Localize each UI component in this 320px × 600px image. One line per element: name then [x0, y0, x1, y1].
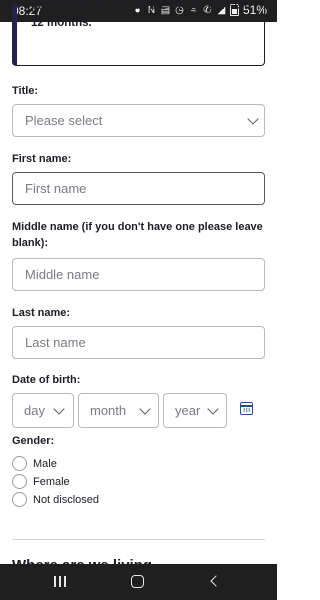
radio-button[interactable]	[12, 474, 27, 489]
next-section-heading: Where are we living	[12, 555, 152, 564]
dob-month-value: month	[90, 403, 127, 418]
first-name-label: First name:	[12, 153, 72, 165]
title-select[interactable]: Please select	[12, 104, 265, 137]
radio-button[interactable]	[12, 492, 27, 507]
recent-apps-icon[interactable]	[54, 576, 66, 587]
first-name-field[interactable]: First name	[12, 172, 265, 205]
dob-day-value: day	[24, 403, 45, 418]
chevron-down-icon	[53, 403, 65, 415]
eligibility-notice: permission to stay in the UK for at leas…	[12, 0, 265, 66]
notice-text: permission to stay in the UK for at leas…	[31, 0, 248, 29]
calendar-icon[interactable]	[240, 402, 253, 415]
dob-year-select[interactable]: year	[163, 393, 227, 428]
dob-year-value: year	[175, 403, 201, 418]
gender-option-label: Not disclosed	[33, 493, 100, 506]
dob-month-select[interactable]: month	[78, 393, 159, 428]
dob-day-select[interactable]: day	[12, 393, 74, 428]
middle-name-label: Middle name (if you don't have one pleas…	[12, 221, 263, 249]
dob-label: Date of birth:	[12, 374, 81, 386]
title-select-value: Please select	[25, 113, 103, 128]
first-name-placeholder: First name	[25, 181, 87, 196]
back-icon[interactable]	[210, 575, 222, 587]
chevron-down-icon	[247, 113, 259, 125]
gender-option-label: Female	[33, 475, 70, 488]
gender-option-male[interactable]: Male	[12, 456, 57, 471]
gender-option-female[interactable]: Female	[12, 474, 70, 489]
radio-button[interactable]	[12, 456, 27, 471]
last-name-label: Last name:	[12, 307, 71, 319]
chevron-down-icon	[207, 403, 219, 415]
title-label: Title:	[12, 85, 39, 97]
gender-option-label: Male	[33, 457, 57, 470]
middle-name-placeholder: Middle name	[25, 267, 100, 282]
home-icon[interactable]	[131, 575, 144, 588]
section-divider	[12, 539, 265, 540]
gender-label: Gender:	[12, 435, 55, 447]
gender-option-not-disclosed[interactable]: Not disclosed	[12, 492, 99, 507]
last-name-placeholder: Last name	[25, 335, 86, 350]
last-name-field[interactable]: Last name	[12, 326, 265, 359]
middle-name-field[interactable]: Middle name	[12, 258, 265, 291]
system-nav-bar	[0, 564, 277, 600]
chevron-down-icon	[139, 403, 151, 415]
